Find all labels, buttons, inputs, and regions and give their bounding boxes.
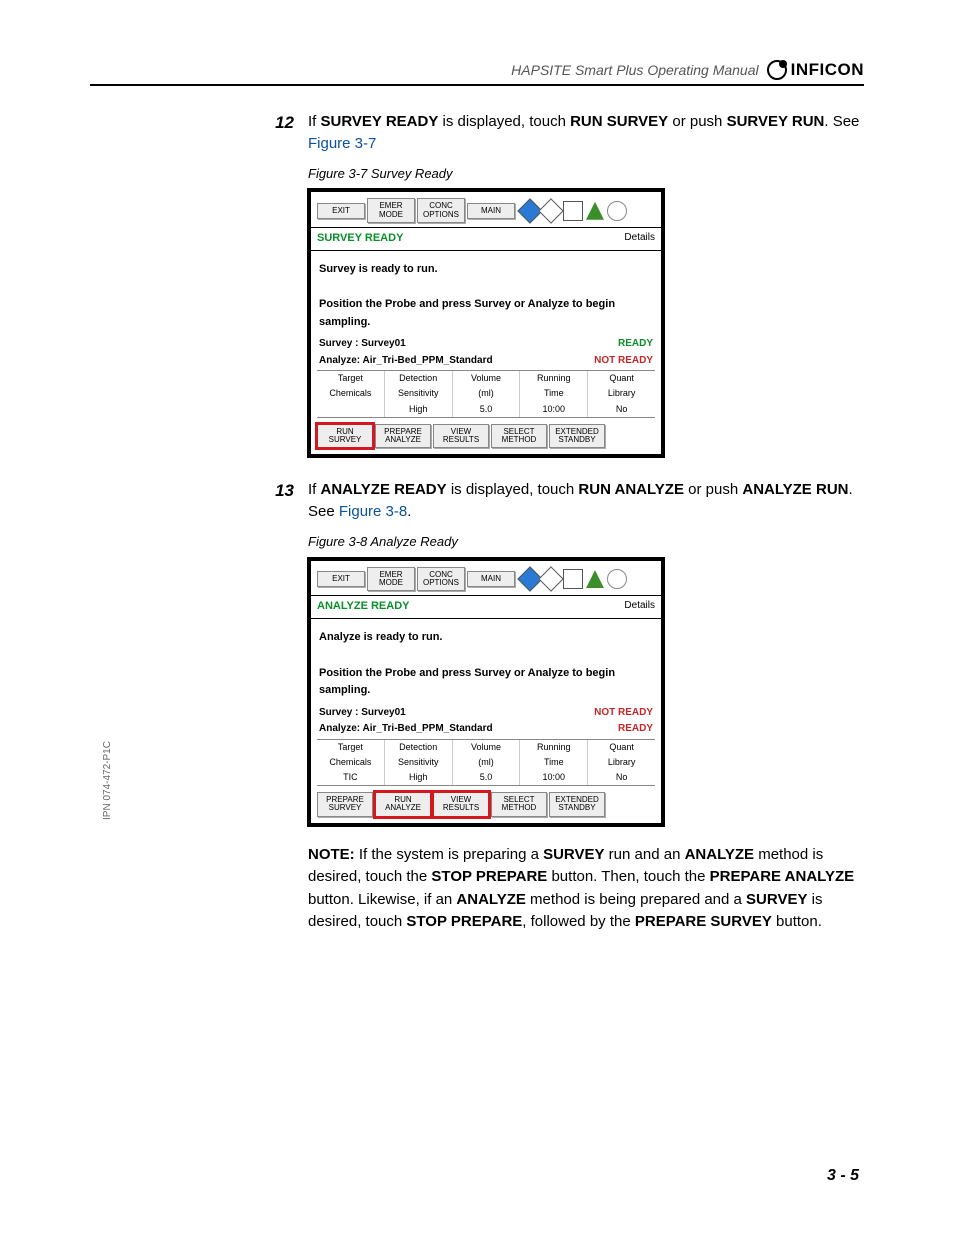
- figure-link[interactable]: Figure 3-7: [308, 135, 376, 152]
- page-number: 3 - 5: [827, 1167, 859, 1185]
- view-results-button[interactable]: VIEW RESULTS: [433, 792, 489, 817]
- figure-caption: Figure 3-8 Analyze Ready: [308, 533, 864, 552]
- battery-icon: [563, 201, 583, 221]
- select-method-button[interactable]: SELECT METHOD: [491, 792, 547, 817]
- step-text: If SURVEY READY is displayed, touch RUN …: [308, 111, 864, 155]
- exit-button[interactable]: EXIT: [317, 203, 365, 219]
- conc-options-button[interactable]: CONC OPTIONS: [417, 198, 465, 223]
- select-method-button[interactable]: SELECT METHOD: [491, 424, 547, 449]
- main-button[interactable]: MAIN: [467, 203, 515, 219]
- analyze-notready-flag: NOT READY: [594, 354, 653, 369]
- status-row: SURVEY READY Details: [311, 227, 661, 251]
- step-13: 13 If ANALYZE READY is displayed, touch …: [270, 479, 864, 523]
- bottom-toolbar: PREPARE SURVEY RUN ANALYZE VIEW RESULTS …: [311, 786, 661, 823]
- gauge-icon: [607, 201, 627, 221]
- details-link[interactable]: Details: [624, 599, 655, 615]
- run-survey-button[interactable]: RUN SURVEY: [317, 424, 373, 449]
- prepare-survey-button[interactable]: PREPARE SURVEY: [317, 792, 373, 817]
- note-label: NOTE:: [308, 846, 355, 863]
- figure-3-7: EXIT EMER MODE CONC OPTIONS MAIN SURVEY …: [308, 189, 664, 457]
- step-text: If ANALYZE READY is displayed, touch RUN…: [308, 479, 864, 523]
- exit-button[interactable]: EXIT: [317, 571, 365, 587]
- prepare-analyze-button[interactable]: PREPARE ANALYZE: [375, 424, 431, 449]
- message-area: Analyze is ready to run. Position the Pr…: [311, 619, 661, 703]
- brand-name: INFICON: [791, 60, 864, 80]
- logo-mark-icon: [767, 60, 787, 80]
- status-icons: [521, 201, 627, 221]
- battery-icon: [563, 569, 583, 589]
- conc-options-button[interactable]: CONC OPTIONS: [417, 567, 465, 592]
- page-header: HAPSITE Smart Plus Operating Manual INFI…: [90, 60, 864, 86]
- status-text: ANALYZE READY: [317, 599, 410, 615]
- info-icon[interactable]: [538, 566, 563, 591]
- info-icon[interactable]: [538, 198, 563, 223]
- step-12: 12 If SURVEY READY is displayed, touch R…: [270, 111, 864, 155]
- analyze-ready-flag: READY: [618, 722, 653, 737]
- brand-logo: INFICON: [767, 60, 864, 80]
- bottom-toolbar: RUN SURVEY PREPARE ANALYZE VIEW RESULTS …: [311, 418, 661, 455]
- top-toolbar: EXIT EMER MODE CONC OPTIONS MAIN: [311, 561, 661, 596]
- survey-label: Survey : Survey01: [319, 706, 406, 721]
- extended-standby-button[interactable]: EXTENDED STANDBY: [549, 424, 605, 449]
- analyze-label: Analyze: Air_Tri-Bed_PPM_Standard: [319, 354, 493, 369]
- survey-notready-flag: NOT READY: [594, 706, 653, 721]
- step-number: 12: [270, 111, 294, 155]
- status-icons: [521, 569, 627, 589]
- ipn-sidebar: IPN 074-472-P1C: [102, 741, 113, 820]
- run-analyze-button[interactable]: RUN ANALYZE: [375, 792, 431, 817]
- figure-caption: Figure 3-7 Survey Ready: [308, 165, 864, 184]
- message-area: Survey is ready to run. Position the Pro…: [311, 251, 661, 335]
- main-button[interactable]: MAIN: [467, 571, 515, 587]
- doc-title: HAPSITE Smart Plus Operating Manual: [511, 62, 758, 78]
- warning-icon: [586, 570, 604, 588]
- status-row: ANALYZE READY Details: [311, 595, 661, 619]
- extended-standby-button[interactable]: EXTENDED STANDBY: [549, 792, 605, 817]
- survey-label: Survey : Survey01: [319, 337, 406, 352]
- params-table: TargetDetectionVolumeRunningQuant Chemic…: [317, 370, 655, 417]
- figure-3-8: EXIT EMER MODE CONC OPTIONS MAIN ANALYZE…: [308, 558, 664, 826]
- status-text: SURVEY READY: [317, 231, 403, 247]
- details-link[interactable]: Details: [624, 231, 655, 247]
- warning-icon: [586, 202, 604, 220]
- analyze-label: Analyze: Air_Tri-Bed_PPM_Standard: [319, 722, 493, 737]
- top-toolbar: EXIT EMER MODE CONC OPTIONS MAIN: [311, 192, 661, 227]
- emer-mode-button[interactable]: EMER MODE: [367, 198, 415, 223]
- survey-ready-flag: READY: [618, 337, 653, 352]
- step-number: 13: [270, 479, 294, 523]
- note-block: NOTE: If the system is preparing a SURVE…: [308, 844, 864, 934]
- gauge-icon: [607, 569, 627, 589]
- emer-mode-button[interactable]: EMER MODE: [367, 567, 415, 592]
- params-table: TargetDetectionVolumeRunningQuant Chemic…: [317, 739, 655, 786]
- figure-link[interactable]: Figure 3-8: [339, 503, 407, 520]
- view-results-button[interactable]: VIEW RESULTS: [433, 424, 489, 449]
